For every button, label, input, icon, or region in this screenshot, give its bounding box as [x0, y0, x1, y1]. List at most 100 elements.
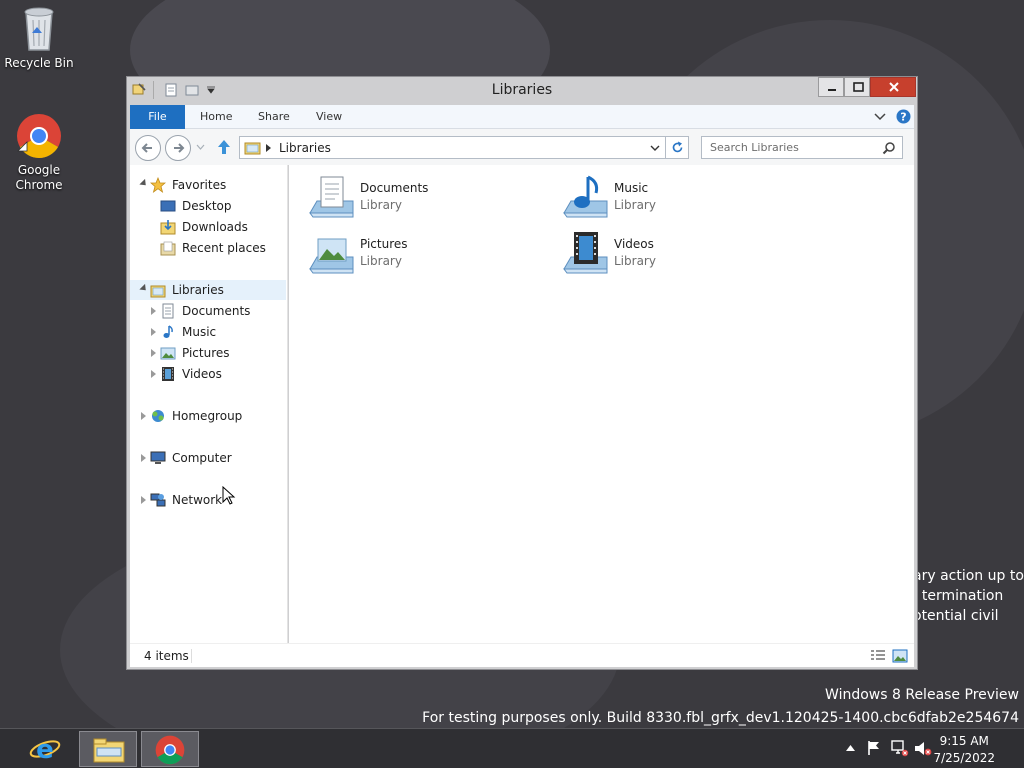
- watermark-build: For testing purposes only. Build 8330.fb…: [422, 710, 1019, 726]
- pictures-icon: [160, 347, 176, 360]
- show-hidden-icons-icon[interactable]: [846, 744, 855, 751]
- collapse-arrow-icon[interactable]: [139, 178, 149, 189]
- nav-documents-label: Documents: [182, 304, 251, 318]
- desktop-icon-recycle-bin[interactable]: Recycle Bin: [1, 6, 77, 71]
- refresh-button[interactable]: [665, 137, 688, 158]
- background-text-line: ary action up to: [913, 568, 1024, 584]
- breadcrumb-libraries[interactable]: Libraries: [279, 141, 331, 155]
- desktop-icon-google-chrome[interactable]: Google Chrome: [1, 113, 77, 193]
- expand-arrow-icon[interactable]: [141, 496, 146, 504]
- nav-videos[interactable]: Videos: [130, 364, 286, 384]
- nav-favorites-label: Favorites: [172, 178, 227, 192]
- nav-videos-label: Videos: [182, 367, 222, 381]
- taskbar-google-chrome[interactable]: [141, 731, 199, 767]
- library-type: Library: [614, 198, 656, 212]
- nav-music-label: Music: [182, 325, 217, 339]
- expand-arrow-icon[interactable]: [151, 349, 156, 357]
- search-icon[interactable]: [882, 141, 896, 155]
- taskbar-internet-explorer[interactable]: e: [16, 731, 74, 767]
- nav-recent-places-label: Recent places: [182, 241, 266, 255]
- back-button[interactable]: [135, 135, 161, 161]
- libraries-icon: [150, 285, 166, 298]
- expand-ribbon-icon[interactable]: [874, 111, 886, 123]
- library-item-pictures[interactable]: Pictures Library: [307, 229, 547, 281]
- nav-libraries-label: Libraries: [172, 283, 224, 297]
- library-item-documents[interactable]: Documents Library: [307, 173, 547, 225]
- status-bar: 4 items: [130, 643, 914, 667]
- nav-favorites[interactable]: Favorites: [130, 175, 286, 195]
- build-watermark: Windows 8 Release Preview For testing pu…: [422, 684, 1019, 728]
- back-arrow-icon: [141, 143, 152, 153]
- network-status-icon[interactable]: [891, 740, 909, 757]
- ie-icon: e: [29, 735, 61, 764]
- minimize-icon: [828, 89, 836, 91]
- recent-locations-icon[interactable]: [196, 144, 205, 150]
- expand-arrow-icon[interactable]: [141, 454, 146, 462]
- tab-file[interactable]: File: [130, 105, 185, 129]
- collapse-arrow-icon[interactable]: [139, 283, 149, 294]
- nav-music[interactable]: Music: [130, 322, 286, 342]
- file-explorer-icon: [93, 738, 125, 763]
- taskbar: e 9:15 AM 7/25/2022: [0, 728, 1024, 768]
- nav-network-label: Network: [172, 493, 223, 507]
- nav-homegroup[interactable]: Homegroup: [130, 406, 286, 426]
- nav-computer-label: Computer: [172, 451, 232, 465]
- tab-home[interactable]: Home: [186, 105, 246, 129]
- library-type: Library: [360, 198, 402, 212]
- nav-libraries[interactable]: Libraries: [130, 280, 286, 300]
- library-name: Music: [614, 181, 649, 195]
- expand-arrow-icon[interactable]: [151, 307, 156, 315]
- close-button[interactable]: [870, 77, 916, 97]
- nav-homegroup-label: Homegroup: [172, 409, 243, 423]
- library-item-videos[interactable]: Videos Library: [561, 229, 801, 281]
- nav-computer[interactable]: Computer: [130, 448, 286, 468]
- close-icon: [889, 82, 899, 92]
- search-placeholder: Search Libraries: [710, 141, 799, 154]
- navigation-bar: Libraries Search Libraries: [130, 129, 914, 165]
- library-name: Videos: [614, 237, 654, 251]
- downloads-icon: [160, 220, 176, 235]
- title-bar[interactable]: Libraries: [127, 77, 917, 105]
- library-item-music[interactable]: Music Library: [561, 173, 801, 225]
- background-text-line: otential civil: [913, 608, 999, 624]
- search-box[interactable]: Search Libraries: [701, 136, 903, 159]
- nav-network[interactable]: Network: [130, 490, 286, 510]
- tab-share[interactable]: Share: [244, 105, 304, 129]
- volume-muted-icon[interactable]: [914, 740, 932, 757]
- address-dropdown-icon[interactable]: [650, 144, 660, 152]
- nav-downloads[interactable]: Downloads: [130, 217, 286, 237]
- computer-icon: [150, 451, 166, 464]
- help-icon[interactable]: ?: [896, 109, 911, 124]
- taskbar-file-explorer[interactable]: [79, 731, 137, 767]
- libraries-folder-icon: [244, 142, 261, 155]
- clock-date: 7/25/2022: [933, 751, 995, 765]
- breadcrumb-chevron-icon[interactable]: [266, 144, 271, 152]
- watermark-title: Windows 8 Release Preview: [825, 687, 1019, 703]
- nav-pictures[interactable]: Pictures: [130, 343, 286, 363]
- minimize-button[interactable]: [818, 77, 844, 97]
- address-bar[interactable]: Libraries: [239, 136, 689, 159]
- details-view-icon[interactable]: [870, 649, 886, 663]
- forward-button[interactable]: [165, 135, 191, 161]
- nav-recent-places[interactable]: Recent places: [130, 238, 286, 258]
- nav-desktop[interactable]: Desktop: [130, 196, 286, 216]
- up-arrow-icon[interactable]: [215, 138, 233, 156]
- expand-arrow-icon[interactable]: [151, 328, 156, 336]
- desktop-icon: [160, 200, 176, 212]
- nav-pictures-label: Pictures: [182, 346, 230, 360]
- large-icons-view-icon[interactable]: [892, 648, 908, 664]
- library-type: Library: [360, 254, 402, 268]
- background-window-text: ary action up to , termination otential …: [913, 566, 1024, 626]
- expand-arrow-icon[interactable]: [141, 412, 146, 420]
- window-title: Libraries: [491, 82, 553, 98]
- refresh-icon: [672, 141, 683, 153]
- file-list: Documents Library Music Library Pictures: [289, 165, 914, 643]
- nav-documents[interactable]: Documents: [130, 301, 286, 321]
- expand-arrow-icon[interactable]: [151, 370, 156, 378]
- system-clock[interactable]: 9:15 AM 7/25/2022: [933, 733, 995, 767]
- videos-icon: [162, 367, 174, 381]
- maximize-button[interactable]: [844, 77, 870, 97]
- action-center-flag-icon[interactable]: [866, 740, 882, 756]
- tab-view[interactable]: View: [302, 105, 356, 129]
- separator: [191, 649, 192, 663]
